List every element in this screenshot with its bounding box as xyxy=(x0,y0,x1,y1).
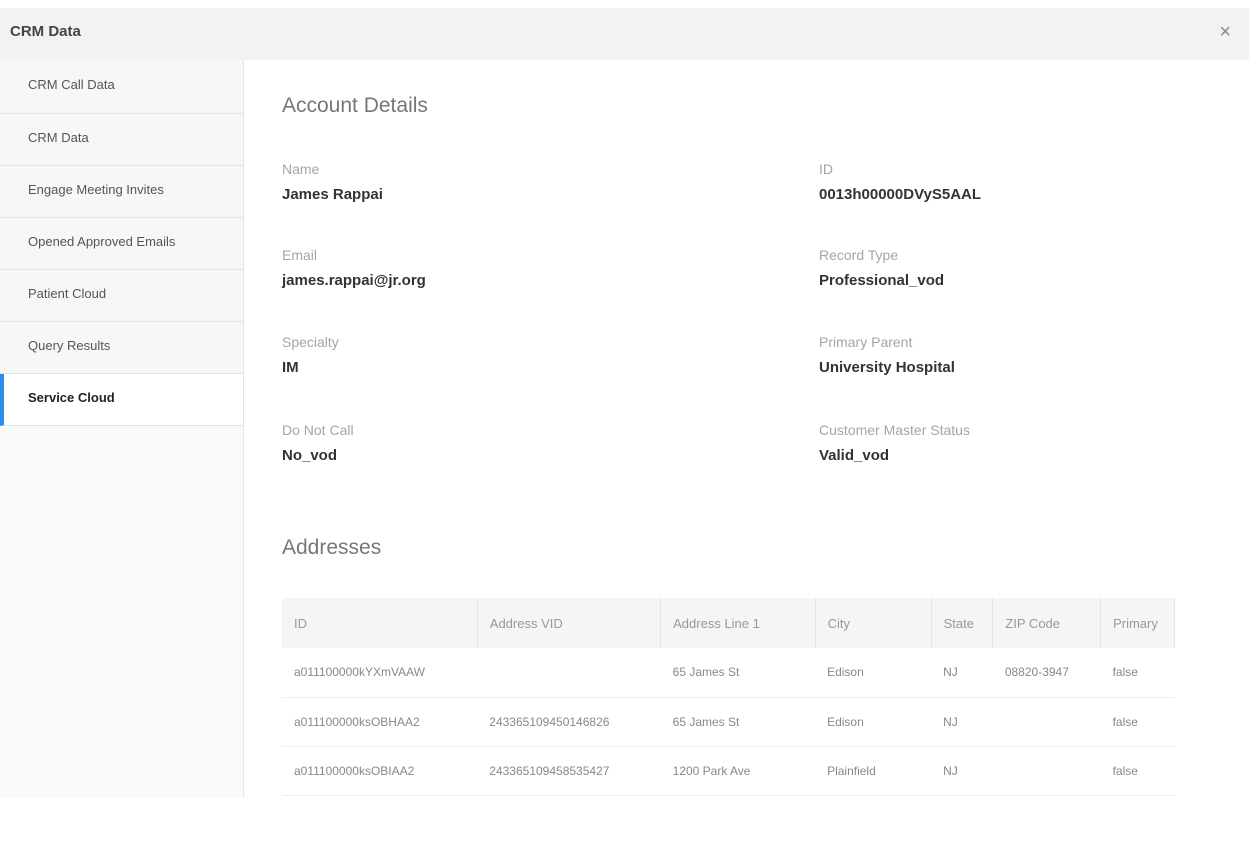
name-value: James Rappai xyxy=(282,186,383,203)
do-not-call-label: Do Not Call xyxy=(282,422,354,438)
dialog-header: CRM Data × xyxy=(0,0,1249,60)
addresses-heading: Addresses xyxy=(282,536,382,559)
cell-state: NJ xyxy=(931,697,993,747)
column-header-city[interactable]: City xyxy=(815,598,932,648)
primary-parent-label: Primary Parent xyxy=(819,334,913,350)
sidebar-item-query-results[interactable]: Query Results xyxy=(0,322,243,374)
sidebar-item-opened-approved-emails[interactable]: Opened Approved Emails xyxy=(0,218,243,270)
cell-zip-code xyxy=(992,697,1101,747)
column-header-address-vid[interactable]: Address VID xyxy=(477,598,662,648)
cell-zip-code xyxy=(992,746,1101,796)
column-header-state[interactable]: State xyxy=(931,598,994,648)
cell-state: NJ xyxy=(931,648,993,698)
specialty-value: IM xyxy=(282,359,299,376)
dialog-title: CRM Data xyxy=(10,23,81,40)
table-row[interactable]: a011100000ksOBHAA2 243365109450146826 65… xyxy=(282,697,1175,747)
addresses-table-container[interactable]: ID Address VID Address Line 1 City State… xyxy=(282,598,1175,858)
cell-id: a011100000kYXmVAAW xyxy=(282,648,478,698)
name-label: Name xyxy=(282,161,320,177)
sidebar-item-engage-meeting-invites[interactable]: Engage Meeting Invites xyxy=(0,166,243,218)
cell-primary: false xyxy=(1100,697,1175,747)
specialty-label: Specialty xyxy=(282,334,339,350)
sidebar-item-label: CRM Data xyxy=(28,130,89,145)
email-label: Email xyxy=(282,247,318,263)
id-value: 0013h00000DVyS5AAL xyxy=(819,186,982,203)
sidebar-item-label: Service Cloud xyxy=(28,390,115,405)
sidebar-item-patient-cloud[interactable]: Patient Cloud xyxy=(0,270,243,322)
table-row[interactable]: a011100000ksOBIAA2 243365109458535427 12… xyxy=(282,746,1175,796)
primary-parent-value: University Hospital xyxy=(819,359,955,376)
record-type-label: Record Type xyxy=(819,247,899,263)
customer-master-status-label: Customer Master Status xyxy=(819,422,970,438)
cell-state: NJ xyxy=(931,746,993,796)
column-header-primary[interactable]: Primary xyxy=(1100,598,1175,648)
sidebar-item-label: CRM Call Data xyxy=(28,77,115,92)
cell-zip-code: 08820-3947 xyxy=(992,648,1101,698)
cell-city: Edison xyxy=(815,697,932,747)
cell-address-line-1: 1200 Park Ave xyxy=(660,746,816,796)
customer-master-status-value: Valid_vod xyxy=(819,447,890,464)
record-type-value: Professional_vod xyxy=(819,272,945,289)
crm-data-dialog: CRM Data × CRM Call Data CRM Data Engage… xyxy=(0,0,1249,798)
sidebar-item-label: Engage Meeting Invites xyxy=(28,182,164,197)
sidebar-item-label: Opened Approved Emails xyxy=(28,234,176,249)
cell-address-vid xyxy=(477,648,661,698)
main-content: Account Details Name James Rappai ID 001… xyxy=(244,60,1249,798)
cell-address-line-1: 65 James St xyxy=(660,697,816,747)
column-header-id[interactable]: ID xyxy=(282,598,478,648)
sidebar-item-label: Patient Cloud xyxy=(28,286,107,301)
sidebar-nav: CRM Call Data CRM Data Engage Meeting In… xyxy=(0,60,244,798)
column-header-address-line-1[interactable]: Address Line 1 xyxy=(660,598,816,648)
cell-primary: false xyxy=(1100,746,1175,796)
sidebar-item-crm-call-data[interactable]: CRM Call Data xyxy=(0,60,243,114)
close-icon[interactable]: × xyxy=(1219,22,1231,42)
cell-address-line-1: 65 James St xyxy=(660,648,816,698)
cell-id: a011100000ksOBIAA2 xyxy=(282,746,478,796)
account-details-heading: Account Details xyxy=(282,94,428,117)
sidebar-item-service-cloud[interactable]: Service Cloud xyxy=(0,374,243,426)
column-header-zip-code[interactable]: ZIP Code xyxy=(992,598,1102,648)
cell-primary: false xyxy=(1100,648,1175,698)
cell-id: a011100000ksOBHAA2 xyxy=(282,697,478,747)
email-value: james.rappai@jr.org xyxy=(282,272,426,289)
table-row[interactable]: a011100000kYXmVAAW 65 James St Edison NJ… xyxy=(282,648,1175,698)
id-label: ID xyxy=(819,161,833,177)
do-not-call-value: No_vod xyxy=(282,447,338,464)
cell-address-vid: 243365109450146826 xyxy=(477,697,661,747)
cell-city: Plainfield xyxy=(815,746,932,796)
table-header-row: ID Address VID Address Line 1 City State… xyxy=(282,598,1175,648)
cell-address-vid: 243365109458535427 xyxy=(477,746,661,796)
addresses-table: ID Address VID Address Line 1 City State… xyxy=(282,598,1175,796)
sidebar-item-label: Query Results xyxy=(28,338,111,353)
sidebar-item-crm-data[interactable]: CRM Data xyxy=(0,114,243,166)
cell-city: Edison xyxy=(815,648,932,698)
